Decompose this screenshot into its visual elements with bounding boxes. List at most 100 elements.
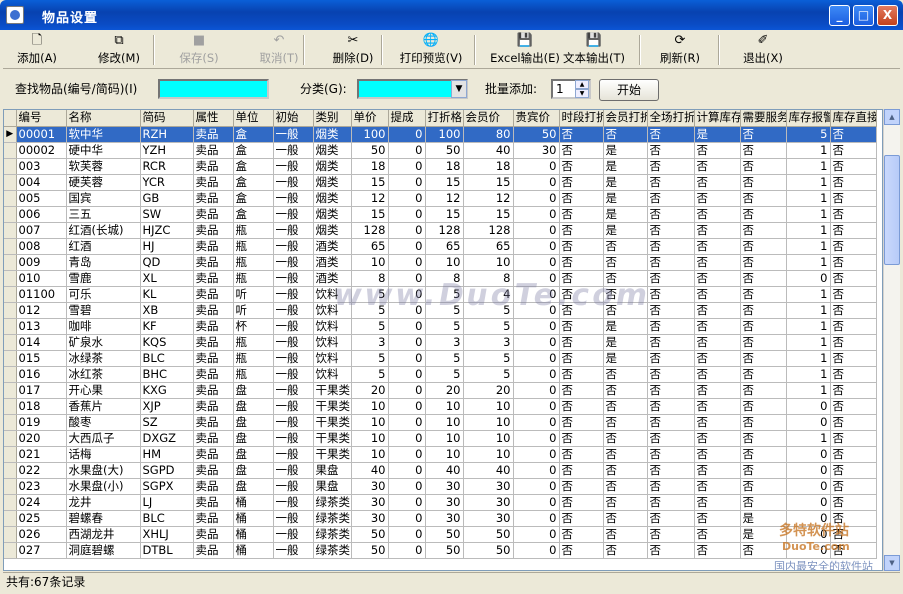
table-row[interactable]: ▶ 00001 软中华 RZH 卖品盒一般 烟类 100 0 100 80 50 否否否是否 5 否 — [4, 126, 877, 143]
table-cell[interactable]: 否 — [694, 302, 741, 319]
table-cell[interactable]: 0 — [388, 126, 426, 143]
table-cell[interactable]: 一般 — [273, 158, 314, 175]
table-cell[interactable]: 65 — [351, 238, 389, 255]
column-header[interactable]: 计算库存 — [694, 110, 741, 127]
table-cell[interactable]: 024 — [16, 494, 67, 511]
table-cell[interactable]: GB — [140, 190, 194, 207]
table-cell[interactable]: 冰绿茶 — [66, 350, 141, 367]
table-cell[interactable]: 100 — [351, 126, 389, 143]
table-cell[interactable]: 盒 — [233, 126, 274, 143]
column-header[interactable]: 初始 — [273, 110, 314, 127]
table-cell[interactable]: BLC — [140, 510, 194, 527]
table-cell[interactable]: 盒 — [233, 158, 274, 175]
table-cell[interactable]: 1 — [786, 206, 831, 223]
table-cell[interactable]: 1 — [786, 238, 831, 255]
table-cell[interactable]: 0 — [786, 446, 831, 463]
table-cell[interactable]: SW — [140, 206, 194, 223]
table-cell[interactable]: 016 — [16, 366, 67, 383]
toolbar-button-2[interactable]: ■ 保存(S) — [163, 33, 235, 67]
table-cell[interactable]: 软芙蓉 — [66, 158, 141, 175]
table-cell[interactable]: 30 — [351, 494, 389, 511]
table-cell[interactable]: 0 — [513, 174, 560, 191]
table-cell[interactable]: 1 — [786, 142, 831, 159]
table-cell[interactable]: 0 — [513, 382, 560, 399]
table-cell[interactable]: 0 — [388, 382, 426, 399]
table-cell[interactable]: SGPX — [140, 478, 194, 495]
table-cell[interactable]: 瓶 — [233, 238, 274, 255]
table-cell[interactable]: 否 — [830, 270, 877, 287]
toolbar-button-9[interactable]: ✐ 退出(X) — [727, 33, 799, 67]
table-cell[interactable]: 卖品 — [193, 174, 234, 191]
table-cell[interactable]: 盘 — [233, 446, 274, 463]
table-cell[interactable]: 否 — [647, 270, 695, 287]
table-cell[interactable]: 006 — [16, 206, 67, 223]
table-cell[interactable]: 否 — [559, 126, 604, 143]
table-cell[interactable]: 30 — [351, 510, 389, 527]
table-cell[interactable]: DXGZ — [140, 430, 194, 447]
table-row[interactable]: 026 西湖龙井 XHLJ 卖品桶一般 绿茶类 50 0 50 50 0 否否否否是 0 否 — [4, 526, 877, 543]
table-cell[interactable]: 否 — [694, 238, 741, 255]
table-cell[interactable]: 烟类 — [313, 206, 352, 223]
table-cell[interactable]: 果盘 — [313, 462, 352, 479]
table-row[interactable]: 022 水果盘(大) SGPD 卖品盘一般 果盘 40 0 40 40 0 否否否否否 0 否 — [4, 462, 877, 479]
table-cell[interactable]: 否 — [559, 350, 604, 367]
table-cell[interactable]: 否 — [830, 222, 877, 239]
table-cell[interactable]: 听 — [233, 302, 274, 319]
table-cell[interactable]: YZH — [140, 142, 194, 159]
table-cell[interactable]: 盒 — [233, 206, 274, 223]
table-cell[interactable]: 否 — [559, 398, 604, 415]
table-cell[interactable]: 卖品 — [193, 270, 234, 287]
table-cell[interactable]: 0 — [388, 494, 426, 511]
table-cell[interactable]: 0 — [388, 414, 426, 431]
table-cell[interactable]: 1 — [786, 382, 831, 399]
table-cell[interactable]: 红酒(长城) — [66, 222, 141, 239]
toolbar-button-5[interactable]: 🌐 打印预览(V) — [389, 33, 473, 67]
table-cell[interactable]: 10 — [425, 254, 464, 271]
table-cell[interactable]: 1 — [786, 190, 831, 207]
table-cell[interactable]: 026 — [16, 526, 67, 543]
table-cell[interactable]: 020 — [16, 430, 67, 447]
column-header[interactable]: 库存报警 — [786, 110, 831, 127]
table-cell[interactable]: 021 — [16, 446, 67, 463]
table-cell[interactable]: 卖品 — [193, 542, 234, 559]
table-cell[interactable]: 30 — [425, 510, 464, 527]
table-cell[interactable]: 干果类 — [313, 414, 352, 431]
table-cell[interactable]: 卖品 — [193, 190, 234, 207]
table-cell[interactable]: 否 — [559, 158, 604, 175]
table-cell[interactable]: 否 — [559, 430, 604, 447]
table-cell[interactable]: 0 — [513, 158, 560, 175]
table-cell[interactable]: 矿泉水 — [66, 334, 141, 351]
table-cell[interactable]: 0 — [388, 174, 426, 191]
table-cell[interactable]: 50 — [463, 542, 514, 559]
table-cell[interactable]: 话梅 — [66, 446, 141, 463]
table-cell[interactable]: 0 — [513, 542, 560, 559]
table-cell[interactable]: 否 — [603, 494, 648, 511]
table-cell[interactable]: 50 — [463, 526, 514, 543]
table-cell[interactable]: 否 — [647, 190, 695, 207]
table-cell[interactable]: 是 — [603, 334, 648, 351]
table-cell[interactable]: 12 — [425, 190, 464, 207]
table-cell[interactable]: 否 — [603, 126, 648, 143]
table-cell[interactable]: 0 — [513, 494, 560, 511]
table-cell[interactable]: 否 — [647, 366, 695, 383]
table-cell[interactable]: 5 — [425, 318, 464, 335]
table-cell[interactable]: 0 — [388, 542, 426, 559]
table-cell[interactable]: XB — [140, 302, 194, 319]
table-cell[interactable]: 一般 — [273, 142, 314, 159]
table-cell[interactable]: 否 — [694, 494, 741, 511]
table-cell[interactable]: 一般 — [273, 478, 314, 495]
scroll-down-icon[interactable]: ▼ — [884, 555, 900, 571]
table-row[interactable]: 004 硬芙蓉 YCR 卖品盒一般 烟类 15 0 15 15 0 否是否否否 1 否 — [4, 174, 877, 191]
table-cell[interactable]: 否 — [647, 206, 695, 223]
table-cell[interactable]: 卖品 — [193, 302, 234, 319]
table-cell[interactable]: 否 — [647, 286, 695, 303]
table-cell[interactable]: 否 — [603, 430, 648, 447]
table-cell[interactable]: 128 — [463, 222, 514, 239]
table-cell[interactable]: 盒 — [233, 142, 274, 159]
table-cell[interactable]: 否 — [830, 478, 877, 495]
table-cell[interactable]: 005 — [16, 190, 67, 207]
chevron-down-icon[interactable]: ▼ — [451, 80, 467, 98]
table-cell[interactable]: 洞庭碧螺 — [66, 542, 141, 559]
table-row[interactable]: 020 大西瓜子 DXGZ 卖品盘一般 干果类 10 0 10 10 0 否否否否否 1 否 — [4, 430, 877, 447]
table-cell[interactable]: 酸枣 — [66, 414, 141, 431]
